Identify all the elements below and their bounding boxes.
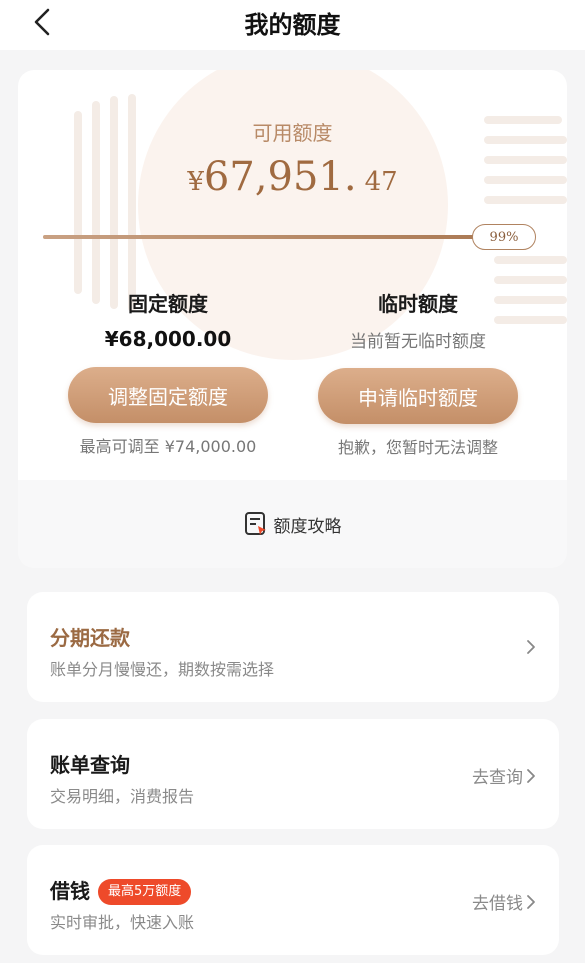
borrow-action-label: 去借钱 (472, 894, 523, 914)
usage-progress-bar (43, 235, 533, 239)
bill-inquiry-subtitle: 交易明细，消费报告 (50, 787, 195, 806)
chevron-right-icon (527, 768, 535, 783)
top-bar: 我的额度 (0, 0, 585, 50)
chevron-right-icon (527, 640, 535, 654)
borrow-money-card[interactable]: 借钱 最高5万额度 实时审批，快速入账 去借钱 (27, 845, 559, 955)
fixed-quota-value: ¥68,000.00 (104, 327, 232, 351)
amount-decimal: 47 (364, 167, 398, 197)
usage-percent-badge: 99% (472, 224, 536, 250)
quota-strategy-label: 额度攻略 (273, 516, 342, 537)
borrow-subtitle: 实时审批，快速入账 (50, 913, 195, 932)
page-title: 我的额度 (244, 11, 341, 39)
available-quota-label: 可用额度 (252, 121, 333, 145)
bill-inquiry-title: 账单查询 (50, 753, 130, 777)
available-quota-amount: ¥67,951. 47 (18, 154, 567, 200)
fixed-quota-note: 最高可调至 ¥74,000.00 (79, 437, 257, 456)
usage-progress-fill (43, 235, 529, 239)
temporary-quota-note: 抱歉，您暂时无法调整 (337, 438, 498, 457)
temporary-quota-value: 当前暂无临时额度 (350, 332, 486, 352)
borrow-action[interactable]: 去借钱 (472, 889, 537, 914)
installment-repayment-card[interactable]: 分期还款 账单分月慢慢还，期数按需选择 (27, 592, 559, 702)
max-quota-badge: 最高5万额度 (98, 879, 192, 905)
quota-summary: 可用额度 ¥67,951. 47 99% 固定额度 ¥68,000.00 调整固定… (18, 70, 567, 480)
chevron-right-icon (527, 894, 535, 909)
temporary-quota-section: 临时额度 当前暂无临时额度 申请临时额度 抱歉，您暂时无法调整 (298, 288, 538, 458)
borrow-title: 借钱 (50, 879, 90, 903)
document-icon (244, 512, 266, 535)
installment-title: 分期还款 (50, 626, 130, 650)
fixed-quota-section: 固定额度 ¥68,000.00 调整固定额度 最高可调至 ¥74,000.00 (48, 288, 288, 457)
apply-temporary-quota-button[interactable]: 申请临时额度 (318, 368, 518, 424)
adjust-fixed-quota-button[interactable]: 调整固定额度 (68, 367, 268, 423)
bill-inquiry-card[interactable]: 账单查询 交易明细，消费报告 去查询 (27, 719, 559, 829)
borrow-title-line: 借钱 最高5万额度 (50, 875, 192, 905)
quota-strategy-link[interactable]: 额度攻略 (18, 507, 567, 541)
installment-subtitle: 账单分月慢慢还，期数按需选择 (50, 660, 275, 679)
bill-inquiry-action[interactable]: 去查询 (472, 763, 537, 788)
temporary-quota-title: 临时额度 (378, 292, 458, 316)
fixed-quota-title: 固定额度 (128, 292, 208, 316)
bill-inquiry-action-label: 去查询 (472, 768, 523, 788)
quota-card: 可用额度 ¥67,951. 47 99% 固定额度 ¥68,000.00 调整固定… (18, 70, 567, 568)
currency-symbol: ¥ (187, 167, 204, 197)
amount-integer: 67,951. (203, 154, 357, 200)
